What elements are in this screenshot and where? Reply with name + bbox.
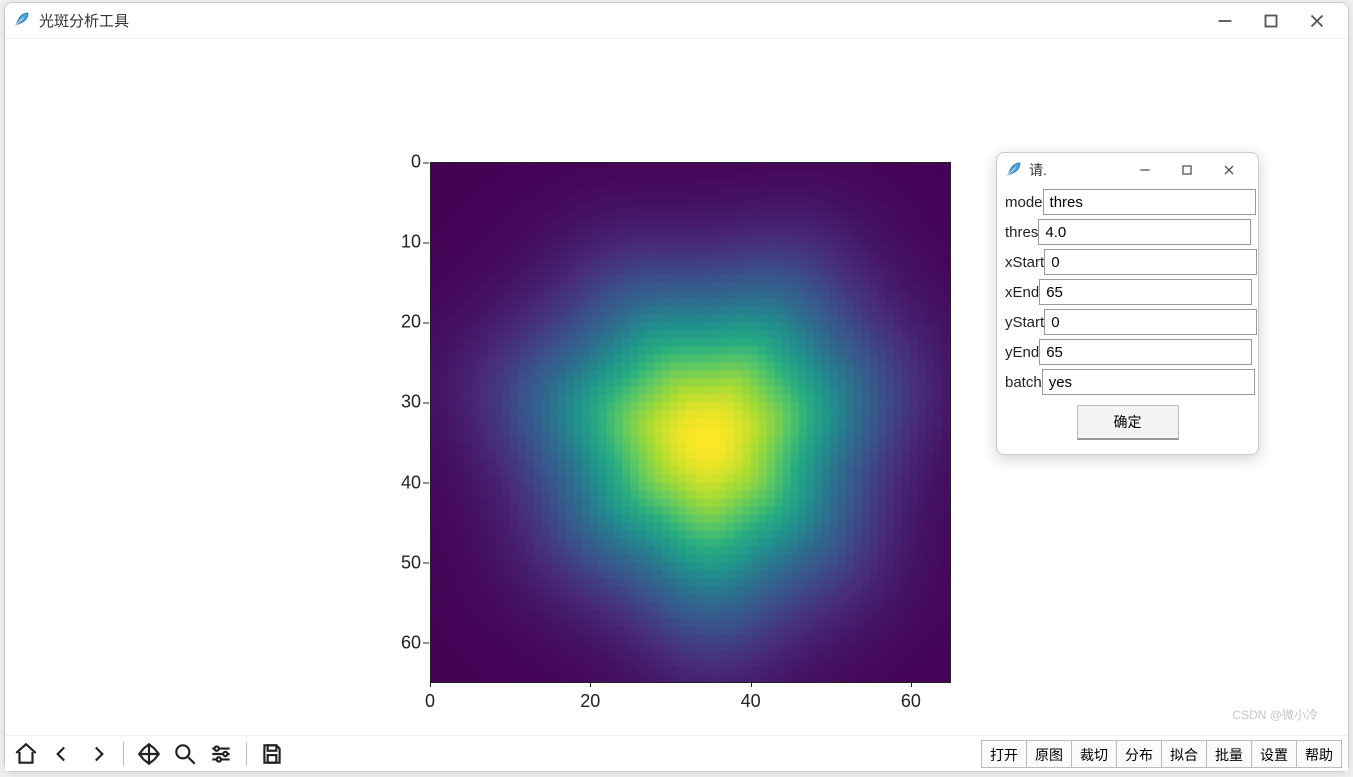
- watermark-text: CSDN @微小冷: [1232, 706, 1318, 723]
- dialog-close-button[interactable]: [1208, 156, 1250, 184]
- action-button-3[interactable]: 分布: [1116, 740, 1162, 768]
- ytick-label: 40: [381, 472, 421, 493]
- heatmap-chart: 0 10 20 30 40 50 60 0 20 40 60: [355, 109, 975, 729]
- yend-label: yEnd: [1005, 344, 1039, 361]
- action-button-1[interactable]: 原图: [1026, 740, 1072, 768]
- xtick-label: 0: [410, 691, 450, 712]
- bottom-toolbar: 打开原图裁切分布拟合批量设置帮助: [5, 735, 1348, 771]
- ystart-input[interactable]: [1044, 309, 1257, 335]
- app-feather-icon: [13, 10, 31, 31]
- mode-input[interactable]: [1043, 189, 1256, 215]
- yend-input[interactable]: [1039, 339, 1252, 365]
- settings-dialog: 请. mode thres xStart xEnd yStart yEnd ba…: [996, 152, 1259, 455]
- axes-frame: [430, 162, 951, 683]
- nav-configure-button[interactable]: [206, 739, 236, 769]
- action-button-7[interactable]: 帮助: [1296, 740, 1342, 768]
- nav-save-button[interactable]: [257, 739, 287, 769]
- xtick-label: 20: [570, 691, 610, 712]
- dialog-form: mode thres xStart xEnd yStart yEnd batch…: [997, 187, 1258, 454]
- xend-input[interactable]: [1039, 279, 1252, 305]
- dialog-title: 请.: [1029, 160, 1047, 180]
- main-close-button[interactable]: [1294, 6, 1340, 36]
- dialog-feather-icon: [1005, 160, 1023, 181]
- xtick-label: 60: [891, 691, 931, 712]
- nav-home-button[interactable]: [11, 739, 41, 769]
- xstart-input[interactable]: [1044, 249, 1257, 275]
- ytick-label: 30: [381, 392, 421, 413]
- ytick-label: 60: [381, 632, 421, 653]
- xtick-label: 40: [731, 691, 771, 712]
- nav-pan-button[interactable]: [134, 739, 164, 769]
- ytick-label: 50: [381, 552, 421, 573]
- action-button-0[interactable]: 打开: [981, 740, 1027, 768]
- thres-label: thres: [1005, 224, 1038, 241]
- action-button-2[interactable]: 裁切: [1071, 740, 1117, 768]
- dialog-titlebar: 请.: [997, 153, 1258, 187]
- nav-separator: [123, 742, 124, 766]
- action-button-4[interactable]: 拟合: [1161, 740, 1207, 768]
- xend-label: xEnd: [1005, 284, 1039, 301]
- batch-label: batch: [1005, 374, 1042, 391]
- nav-separator-2: [246, 742, 247, 766]
- dialog-ok-button[interactable]: 确定: [1077, 405, 1179, 440]
- action-buttons: 打开原图裁切分布拟合批量设置帮助: [982, 740, 1342, 768]
- dialog-maximize-button[interactable]: [1166, 156, 1208, 184]
- nav-back-button[interactable]: [47, 739, 77, 769]
- batch-input[interactable]: [1042, 369, 1255, 395]
- ytick-label: 20: [381, 312, 421, 333]
- mode-label: mode: [1005, 194, 1043, 211]
- main-maximize-button[interactable]: [1248, 6, 1294, 36]
- matplotlib-nav-tools: [11, 739, 287, 769]
- ytick-label: 0: [381, 152, 421, 173]
- thres-input[interactable]: [1038, 219, 1251, 245]
- nav-zoom-button[interactable]: [170, 739, 200, 769]
- main-minimize-button[interactable]: [1202, 6, 1248, 36]
- nav-forward-button[interactable]: [83, 739, 113, 769]
- dialog-minimize-button[interactable]: [1124, 156, 1166, 184]
- ytick-label: 10: [381, 232, 421, 253]
- ystart-label: yStart: [1005, 314, 1044, 331]
- action-button-6[interactable]: 设置: [1251, 740, 1297, 768]
- main-titlebar: 光斑分析工具: [5, 3, 1348, 39]
- action-button-5[interactable]: 批量: [1206, 740, 1252, 768]
- xstart-label: xStart: [1005, 254, 1044, 271]
- main-window-title: 光斑分析工具: [39, 10, 129, 31]
- heatmap-canvas: [431, 163, 950, 682]
